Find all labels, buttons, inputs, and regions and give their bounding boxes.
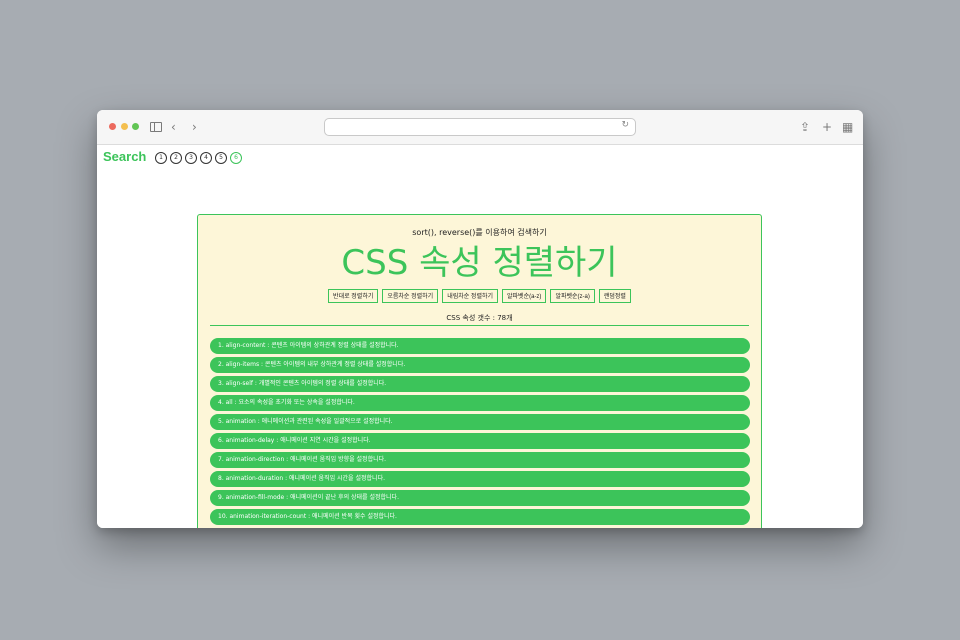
reload-icon[interactable]: ↻ bbox=[621, 120, 629, 130]
list-item: 7. animation-direction : 애니메이션 움직임 방향을 설… bbox=[210, 452, 750, 468]
property-list: 1. align-content : 콘텐츠 아이템의 상하관계 정렬 상태를 … bbox=[210, 338, 750, 528]
forward-arrow-icon[interactable]: › bbox=[192, 120, 197, 134]
share-icon[interactable]: ⇪ bbox=[800, 120, 810, 134]
random-sort-button[interactable]: 랜덤정렬 bbox=[598, 289, 631, 303]
zoom-window-button[interactable] bbox=[132, 123, 139, 130]
descending-sort-button[interactable]: 내림차순 정렬하기 bbox=[442, 289, 499, 303]
list-item: 5. animation : 애니메이션과 관련된 속성을 일괄적으로 설정합니… bbox=[210, 414, 750, 430]
page-title: CSS 속성 정렬하기 bbox=[341, 243, 618, 283]
list-item: 3. align-self : 개별적인 콘텐츠 아이템의 정렬 상태를 설정합… bbox=[210, 376, 750, 392]
browser-window: ‹ › ↻ ⇪ + ▦ Search 123456 sort(), revers… bbox=[97, 110, 863, 528]
alpha-za-button[interactable]: 알파벳순(z-a) bbox=[550, 289, 595, 303]
back-arrow-icon[interactable]: ‹ bbox=[171, 120, 176, 134]
list-item: 9. animation-fill-mode : 애니메이션이 끝난 후의 상태… bbox=[210, 490, 750, 506]
close-window-button[interactable] bbox=[109, 123, 116, 130]
page-content: Search 123456 sort(), reverse()를 이용하여 검색… bbox=[97, 145, 863, 528]
divider bbox=[210, 325, 749, 326]
search-title: Search bbox=[103, 149, 147, 164]
sidebar-toggle-icon[interactable] bbox=[150, 122, 162, 132]
property-count: CSS 속성 갯수 : 78개 bbox=[446, 314, 513, 322]
card-subtitle: sort(), reverse()를 이용하여 검색하기 bbox=[412, 228, 547, 237]
list-item: 10. animation-iteration-count : 애니메이션 반복… bbox=[210, 509, 750, 525]
new-tab-icon[interactable]: + bbox=[822, 120, 832, 134]
minimize-window-button[interactable] bbox=[121, 123, 128, 130]
page-link-1[interactable]: 1 bbox=[155, 152, 167, 164]
ascending-sort-button[interactable]: 오름차순 정렬하기 bbox=[382, 289, 439, 303]
reverse-sort-button[interactable]: 반대로 정렬하기 bbox=[328, 289, 379, 303]
list-item: 1. align-content : 콘텐츠 아이템의 상하관계 정렬 상태를 … bbox=[210, 338, 750, 354]
page-link-3[interactable]: 3 bbox=[185, 152, 197, 164]
sort-button-group: 반대로 정렬하기 오름차순 정렬하기 내림차순 정렬하기 알파벳순(a-z) 알파벳순(… bbox=[198, 289, 761, 303]
page-link-6[interactable]: 6 bbox=[230, 152, 242, 164]
address-bar[interactable]: ↻ bbox=[324, 118, 636, 136]
browser-toolbar: ‹ › ↻ ⇪ + ▦ bbox=[97, 110, 863, 145]
list-item: 2. align-items : 콘텐츠 아이템의 내부 상하관계 정렬 상태를… bbox=[210, 357, 750, 373]
page-link-2[interactable]: 2 bbox=[170, 152, 182, 164]
alpha-az-button[interactable]: 알파벳순(a-z) bbox=[502, 289, 547, 303]
page-links: 123456 bbox=[155, 152, 242, 164]
sort-card: sort(), reverse()를 이용하여 검색하기 CSS 속성 정렬하기… bbox=[197, 214, 762, 528]
list-item: 6. animation-delay : 애니메이션 지연 시간을 설정합니다. bbox=[210, 433, 750, 449]
page-link-4[interactable]: 4 bbox=[200, 152, 212, 164]
list-item: 8. animation-duration : 애니메이션 움직임 시간을 설정… bbox=[210, 471, 750, 487]
page-link-5[interactable]: 5 bbox=[215, 152, 227, 164]
list-item: 4. all : 요소의 속성을 초기화 또는 상속을 설정합니다. bbox=[210, 395, 750, 411]
tab-overview-icon[interactable]: ▦ bbox=[842, 120, 853, 134]
